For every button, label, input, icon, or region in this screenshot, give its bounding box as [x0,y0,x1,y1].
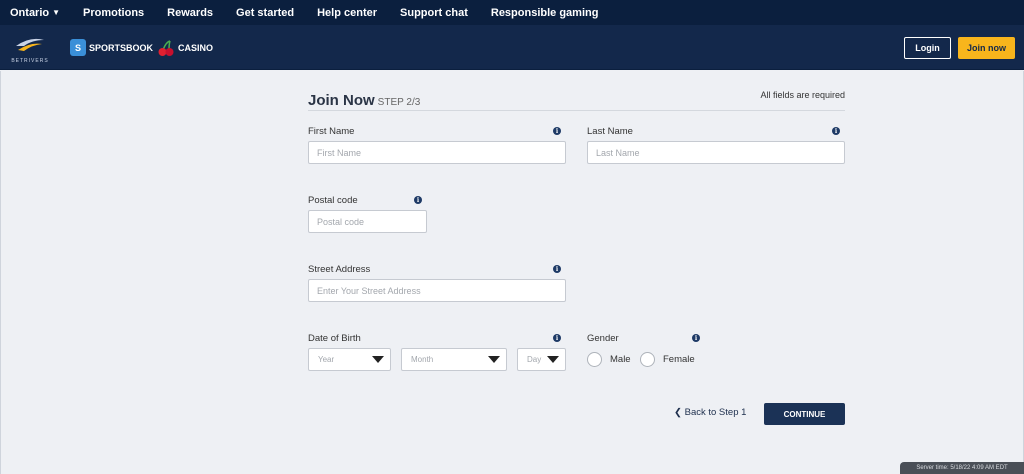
login-button[interactable]: Login [904,37,951,59]
sportsbook-icon: S [70,39,86,56]
back-to-step-link[interactable]: ❮ Back to Step 1 [674,407,746,418]
continue-button[interactable]: CONTINUE [764,403,845,425]
dob-month-select[interactable]: Month [401,348,507,371]
nav-item-promotions[interactable]: Promotions [83,7,144,19]
street-address-info-icon[interactable]: i [553,265,561,273]
first-name-input[interactable] [308,141,566,164]
chevron-left-icon: ❮ [674,407,682,418]
postal-code-info-icon[interactable]: i [414,196,422,204]
form-title: Join Now STEP 2/3 [308,92,420,109]
back-link-label: Back to Step 1 [684,407,747,418]
betrivers-wave-icon [16,38,44,51]
casino-link[interactable]: CASINO [157,39,213,57]
betrivers-logo[interactable]: BETRIVERS [10,34,50,64]
last-name-input[interactable] [587,141,845,164]
required-note: All fields are required [760,90,845,100]
nav-item-responsible-gaming[interactable]: Responsible gaming [491,7,599,19]
postal-code-label: Postal code [308,195,358,206]
dob-year-select[interactable]: Year [308,348,391,371]
form-step: STEP 2/3 [377,97,421,108]
gender-male-radio[interactable] [587,352,602,367]
join-now-button[interactable]: Join now [958,37,1015,59]
main-content [0,71,1024,474]
dob-year-value: Year [318,355,335,364]
last-name-label: Last Name [587,126,633,137]
street-address-input[interactable] [308,279,566,302]
nav-item-help-center[interactable]: Help center [317,7,377,19]
caret-down-icon [372,356,384,363]
nav-item-support-chat[interactable]: Support chat [400,7,468,19]
site-header: BETRIVERS S SPORTSBOOK CASINO Login Join… [0,25,1024,70]
dob-info-icon[interactable]: i [553,334,561,342]
postal-code-input[interactable] [308,210,427,233]
gender-label: Gender [587,333,619,344]
gender-female-label[interactable]: Female [663,354,695,365]
dob-label: Date of Birth [308,333,361,344]
nav-item-ontario[interactable]: Ontario ▼ [10,7,60,19]
nav-item-label: Ontario [10,6,50,19]
dob-day-value: Day [527,355,542,364]
first-name-info-icon[interactable]: i [553,127,561,135]
server-time-badge: Server time: 5/18/22 4:09 AM EDT [900,462,1024,474]
caret-down-icon [547,356,559,363]
gender-male-label[interactable]: Male [610,354,631,365]
first-name-label: First Name [308,126,355,137]
casino-label: CASINO [178,43,214,53]
street-address-label: Street Address [308,264,371,275]
dob-month-value: Month [411,355,434,364]
chevron-down-icon: ▼ [52,8,61,17]
cherry-icon [158,40,174,56]
sportsbook-label: SPORTSBOOK [89,42,154,53]
caret-down-icon [488,356,500,363]
nav-item-get-started[interactable]: Get started [236,7,294,19]
dob-day-select[interactable]: Day [517,348,566,371]
gender-female-radio[interactable] [640,352,655,367]
nav-item-rewards[interactable]: Rewards [167,7,213,19]
title-divider [308,110,845,111]
logo-text: BETRIVERS [11,58,49,64]
top-navigation: Ontario ▼ Promotions Rewards Get started… [0,0,1024,25]
last-name-info-icon[interactable]: i [832,127,840,135]
gender-info-icon[interactable]: i [692,334,700,342]
sportsbook-link[interactable]: S SPORTSBOOK [70,39,153,56]
form-title-text: Join Now [308,92,375,109]
